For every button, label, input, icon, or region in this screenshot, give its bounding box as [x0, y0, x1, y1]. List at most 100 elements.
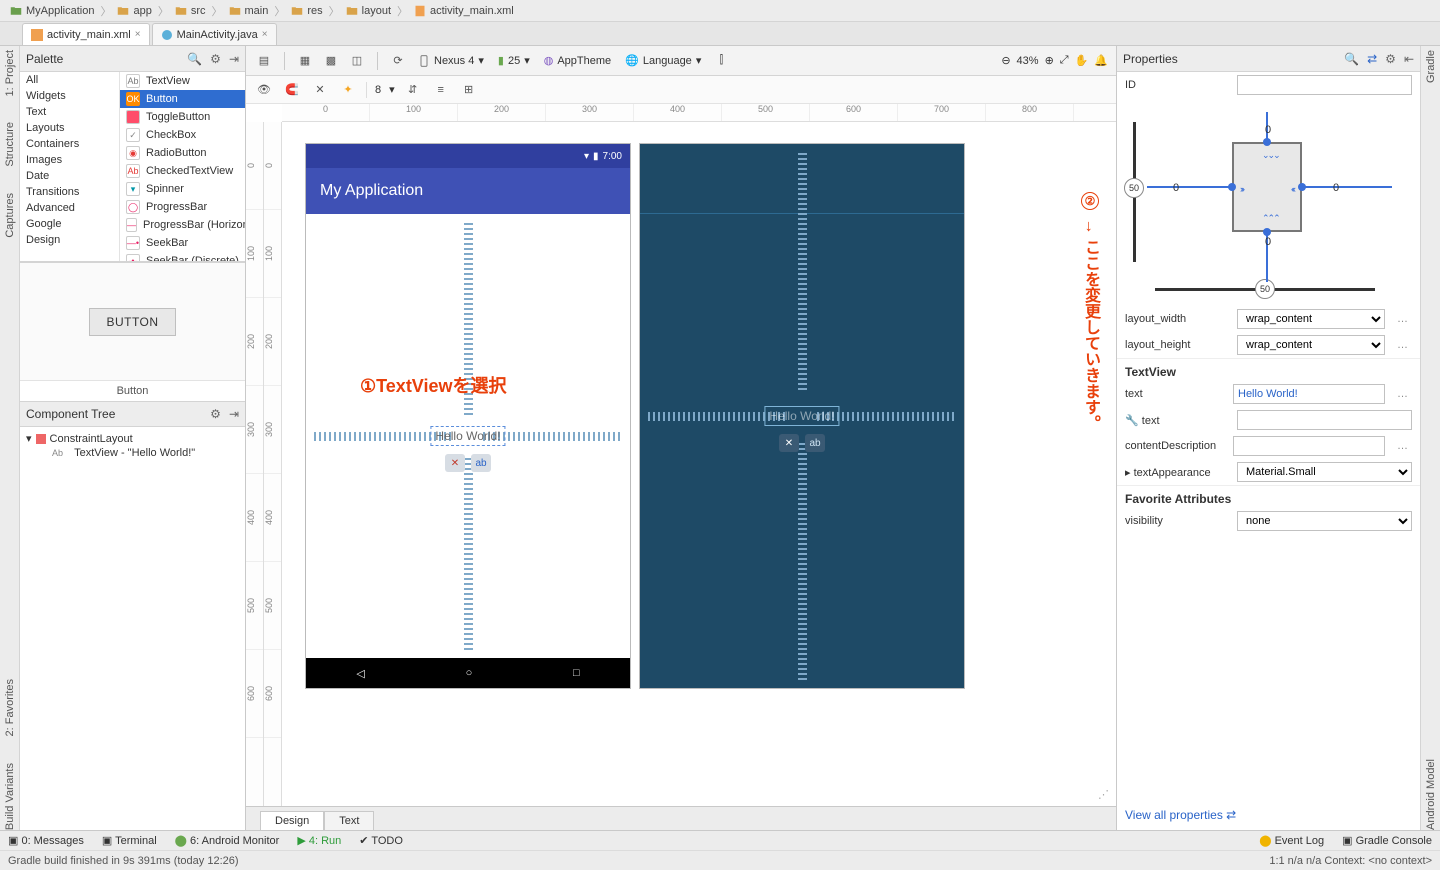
tab-activity-main[interactable]: activity_main.xml × — [22, 23, 150, 45]
view-both-icon[interactable]: ◫ — [347, 51, 367, 71]
eye-icon[interactable]: 👁 — [254, 80, 274, 100]
baseline-icon[interactable]: ab — [805, 434, 825, 452]
delete-constraint-icon[interactable]: ✕ — [445, 454, 465, 472]
margin-value[interactable]: 8 — [375, 84, 381, 96]
sidebar-tab-android-model[interactable]: Android Model — [1425, 759, 1437, 830]
zoom-fit-icon[interactable]: ⤢ — [1060, 54, 1069, 67]
search-icon[interactable]: 🔍 — [187, 52, 202, 66]
text-field[interactable] — [1233, 384, 1385, 404]
palette-item[interactable]: -•-SeekBar (Discrete) — [120, 252, 245, 261]
zoom-out-icon[interactable]: ⊖ — [1001, 54, 1010, 67]
clear-constraints-icon[interactable]: ✕ — [310, 80, 330, 100]
blueprint-preview[interactable]: Hello World! ✕ ab — [640, 144, 964, 688]
design-text-field[interactable] — [1237, 410, 1412, 430]
close-icon[interactable]: × — [135, 29, 141, 40]
view-blueprint-icon[interactable]: ▩ — [321, 51, 341, 71]
palette-item[interactable]: ✓CheckBox — [120, 126, 245, 144]
textview-widget[interactable]: Hello World! — [431, 427, 504, 445]
tree-row[interactable]: ▾ConstraintLayout — [26, 431, 239, 446]
resize-handle-icon[interactable]: ⋰ — [1098, 788, 1112, 802]
tab-text[interactable]: Text — [324, 811, 374, 830]
search-icon[interactable]: 🔍 — [1344, 52, 1359, 66]
gear-icon[interactable]: ⚙ — [210, 52, 221, 66]
bias-vertical[interactable]: 50 — [1124, 178, 1144, 198]
view-design-icon[interactable]: ▦ — [295, 51, 315, 71]
layout-height-field[interactable]: wrap_content — [1237, 335, 1385, 355]
gradle-console-tab[interactable]: ▣ Gradle Console — [1342, 834, 1432, 847]
zoom-in-icon[interactable]: ⊕ — [1045, 54, 1054, 67]
design-preview[interactable]: ▾▮7:00 My Application Hello World! ✕ab ◁… — [306, 144, 630, 688]
tab-main-activity[interactable]: MainActivity.java × — [152, 23, 277, 45]
notifications-icon[interactable]: 🔔 — [1094, 54, 1108, 67]
id-field[interactable] — [1237, 75, 1412, 95]
palette-toggle-icon[interactable]: ▤ — [254, 51, 274, 71]
swap-icon[interactable]: ⇄ — [1367, 52, 1377, 66]
close-icon[interactable]: × — [262, 29, 268, 40]
palette-item[interactable]: ◯ProgressBar — [120, 198, 245, 216]
tree-row[interactable]: Ab TextView - "Hello World!" — [26, 446, 239, 460]
todo-tab[interactable]: ✔ TODO — [359, 834, 403, 847]
more-icon[interactable]: … — [1393, 339, 1412, 351]
pan-icon[interactable]: ✋ — [1075, 54, 1089, 67]
infer-icon[interactable]: ✦ — [338, 80, 358, 100]
breadcrumb-item[interactable]: MyApplication — [6, 5, 98, 17]
guideline-icon[interactable]: ⊞ — [459, 80, 479, 100]
bias-horizontal[interactable]: 50 — [1255, 279, 1275, 299]
component-tree[interactable]: ▾ConstraintLayout Ab TextView - "Hello W… — [20, 427, 245, 830]
terminal-tab[interactable]: ▣ Terminal — [102, 834, 157, 847]
sidebar-tab-favorites[interactable]: 2: Favorites — [4, 679, 16, 736]
more-icon[interactable]: … — [1393, 388, 1412, 400]
more-icon[interactable]: … — [1393, 440, 1412, 452]
constraint-widget[interactable]: 50 50 ⌄⌄⌄⌃⌃⌃ ›››‹‹‹ 0 0 0 0 — [1117, 102, 1420, 302]
theme-dropdown[interactable]: ◍AppTheme — [540, 51, 615, 71]
sidebar-tab-project[interactable]: 1: Project — [4, 50, 16, 96]
palette-item[interactable]: ▾Spinner — [120, 180, 245, 198]
api-dropdown[interactable]: ▮25▾ — [494, 51, 534, 71]
text-appearance-field[interactable]: Material.Small — [1237, 462, 1412, 482]
breadcrumb-item[interactable]: activity_main.xml — [410, 5, 518, 17]
visibility-field[interactable]: none — [1237, 511, 1412, 531]
textview-widget[interactable]: Hello World! — [765, 407, 838, 425]
palette-item[interactable]: ToggleButton — [120, 108, 245, 126]
content-description-field[interactable] — [1233, 436, 1385, 456]
palette-categories[interactable]: AllWidgets TextLayouts ContainersImages … — [20, 72, 120, 261]
palette-item[interactable]: —ProgressBar (Horizontal) — [120, 216, 245, 234]
language-dropdown[interactable]: 🌐Language▾ — [621, 51, 705, 71]
pack-icon[interactable]: ⇵ — [403, 80, 423, 100]
palette-item[interactable]: AbTextView — [120, 72, 245, 90]
breadcrumb-item[interactable]: src — [171, 5, 210, 17]
breadcrumb-item[interactable]: layout — [342, 5, 395, 17]
sidebar-tab-captures[interactable]: Captures — [4, 193, 16, 238]
breadcrumb-item[interactable]: main — [225, 5, 273, 17]
messages-tab[interactable]: ▣ 0: Messages — [8, 834, 84, 847]
tab-design[interactable]: Design — [260, 811, 324, 830]
palette-item[interactable]: —•SeekBar — [120, 234, 245, 252]
view-all-properties-link[interactable]: View all properties ⇄ — [1117, 800, 1420, 830]
palette-items[interactable]: AbTextViewOKButtonToggleButton✓CheckBox◉… — [120, 72, 245, 261]
breadcrumb-item[interactable]: res — [287, 5, 326, 17]
palette-item[interactable]: ◉RadioButton — [120, 144, 245, 162]
android-monitor-tab[interactable]: ⬤ 6: Android Monitor — [175, 834, 280, 847]
palette-item[interactable]: OKButton — [120, 90, 245, 108]
palette-item[interactable]: AbCheckedTextView — [120, 162, 245, 180]
variant-icon[interactable]: ⫿ — [711, 51, 731, 71]
run-tab[interactable]: ▶ 4: Run — [297, 834, 341, 847]
gear-icon[interactable]: ⚙ — [1385, 52, 1396, 66]
sidebar-tab-structure[interactable]: Structure — [4, 122, 16, 167]
sidebar-tab-build-variants[interactable]: Build Variants — [4, 763, 16, 830]
delete-constraint-icon[interactable]: ✕ — [779, 434, 799, 452]
collapse-icon[interactable]: ⇥ — [229, 52, 239, 66]
magnet-icon[interactable]: 🧲 — [282, 80, 302, 100]
device-dropdown[interactable]: Nexus 4▾ — [414, 51, 488, 71]
design-canvas[interactable]: 0100200 300400500 600700800 010020030040… — [246, 104, 1116, 806]
collapse-icon[interactable]: ⇥ — [229, 407, 239, 421]
align-icon[interactable]: ≡ — [431, 80, 451, 100]
more-icon[interactable]: … — [1393, 313, 1412, 325]
baseline-icon[interactable]: ab — [471, 454, 491, 472]
layout-width-field[interactable]: wrap_content — [1237, 309, 1385, 329]
sidebar-tab-gradle[interactable]: Gradle — [1425, 50, 1437, 83]
gear-icon[interactable]: ⚙ — [210, 407, 221, 421]
event-log-tab[interactable]: ⬤ Event Log — [1259, 834, 1324, 847]
orientation-icon[interactable]: ⟳ — [388, 51, 408, 71]
breadcrumb-item[interactable]: app — [113, 5, 155, 17]
